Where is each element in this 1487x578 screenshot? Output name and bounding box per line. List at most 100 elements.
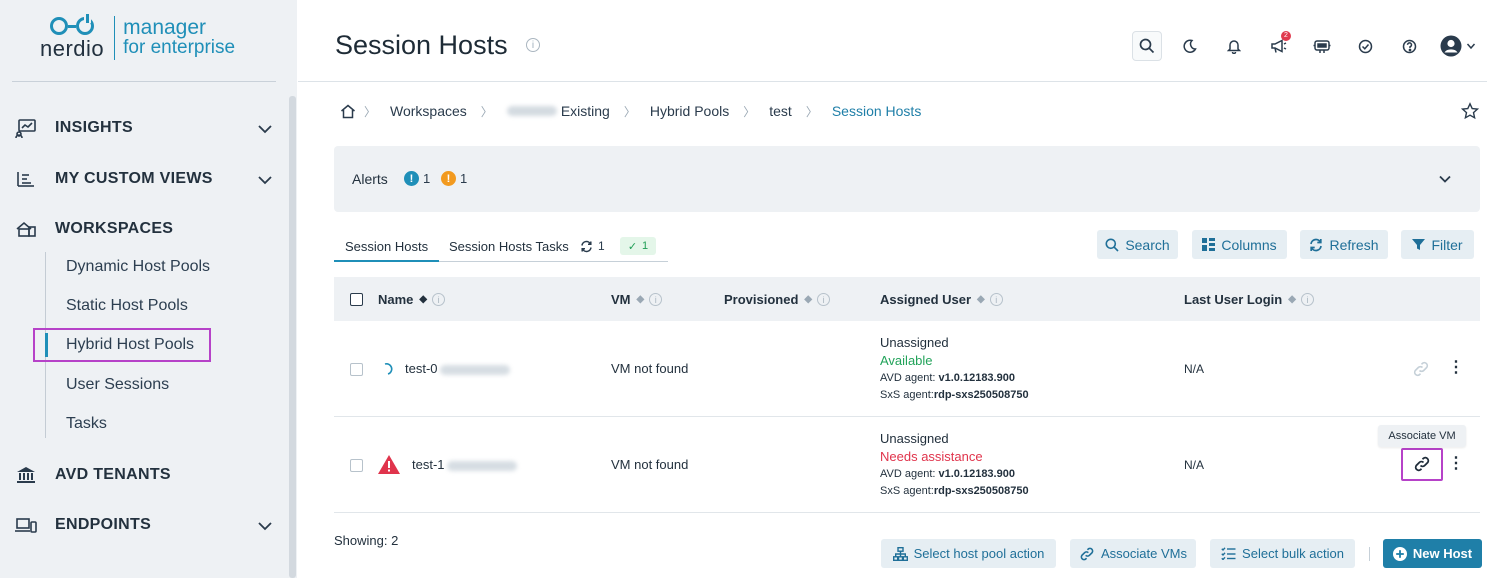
logo-word: nerdio <box>40 36 105 61</box>
info-icon[interactable]: i <box>526 38 540 52</box>
help-button[interactable] <box>1394 31 1424 61</box>
warning-alert-badge[interactable]: ! 1 <box>441 171 467 186</box>
host-name[interactable]: test-1 <box>412 457 517 472</box>
assigned-user: Unassigned <box>880 431 949 446</box>
active-item-highlight <box>33 328 211 362</box>
sxs-agent-value: rdp-sxs250508750 <box>933 485 1029 497</box>
chevron-down-icon <box>258 176 272 185</box>
loading-spinner-icon <box>384 362 393 375</box>
select-bulk-action-button[interactable]: Select bulk action <box>1210 539 1355 568</box>
chevron-down-icon[interactable] <box>1436 170 1454 188</box>
sxs-agent-version: SxS agent:rdp-sxs250508750 <box>880 483 1029 500</box>
warning-alert-icon: ! <box>441 171 456 186</box>
search-button[interactable]: Search <box>1097 230 1178 259</box>
nav-section-avd-tenants[interactable]: AVD TENANTS <box>0 455 297 495</box>
breadcrumb-pool[interactable]: test <box>769 103 792 119</box>
nav-section-workspaces[interactable]: WORKSPACES <box>0 209 297 249</box>
sidebar-item-dynamic-host-pools[interactable]: Dynamic Host Pools <box>66 255 210 279</box>
nerdio-logo[interactable]: nerdio manager for enterprise <box>40 12 235 64</box>
column-header-name[interactable]: Name ◆ i <box>378 292 446 307</box>
new-host-button[interactable]: New Host <box>1383 539 1482 568</box>
breadcrumb-separator: 〉 <box>480 104 493 119</box>
favorite-star-icon[interactable] <box>1461 102 1479 120</box>
search-icon <box>1105 238 1119 252</box>
nav-section-endpoints[interactable]: ENDPOINTS <box>0 505 297 545</box>
table-row[interactable]: test-1 VM not found Unassigned Needs ass… <box>334 417 1480 513</box>
nav-section-label: WORKSPACES <box>55 220 174 237</box>
row-checkbox[interactable] <box>350 459 363 472</box>
associate-vms-button[interactable]: Associate VMs <box>1070 539 1196 568</box>
nav-section-custom-views[interactable]: MY CUSTOM VIEWS <box>0 159 297 199</box>
tasks-status-button[interactable] <box>1350 31 1380 61</box>
tab-session-hosts-tasks[interactable]: Session Hosts Tasks <box>449 239 569 254</box>
breadcrumb-separator: 〉 <box>743 104 756 119</box>
hierarchy-icon <box>892 546 908 561</box>
warning-alert-count: 1 <box>460 171 468 186</box>
insights-icon <box>14 117 38 139</box>
info-icon: i <box>817 293 831 306</box>
filter-button[interactable]: Filter <box>1401 230 1474 259</box>
theme-toggle-button[interactable] <box>1175 31 1205 61</box>
nav-section-label: MY CUSTOM VIEWS <box>55 170 213 187</box>
host-status: Needs assistance <box>880 449 983 464</box>
user-menu-button[interactable] <box>1436 31 1480 61</box>
search-button[interactable] <box>1132 31 1162 61</box>
sidebar-item-user-sessions[interactable]: User Sessions <box>66 373 169 397</box>
host-status: Available <box>880 353 933 368</box>
breadcrumb-hybrid-pools[interactable]: Hybrid Pools <box>650 103 729 119</box>
completed-tasks-chip: ✓ 1 <box>620 237 656 255</box>
column-header-last-login[interactable]: Last User Login ◆ i <box>1184 292 1314 307</box>
columns-button-label: Columns <box>1221 236 1277 253</box>
row-more-icon[interactable]: ⋮ <box>1448 359 1464 377</box>
info-alert-badge[interactable]: ! 1 <box>404 171 430 186</box>
associate-vm-tooltip: Associate VM <box>1378 425 1466 447</box>
chat-bot-icon <box>1313 39 1331 53</box>
breadcrumb-current: Session Hosts <box>831 103 922 119</box>
column-header-vm[interactable]: VM ◆ i <box>611 292 663 307</box>
associate-vm-button-disabled[interactable] <box>1411 359 1431 379</box>
running-tasks-value: 1 <box>598 239 605 253</box>
host-name[interactable]: test-0 <box>405 361 510 376</box>
page-header: Session Hosts i 2 <box>298 0 1487 82</box>
column-header-last-login-label: Last User Login <box>1184 292 1283 307</box>
notifications-button[interactable] <box>1219 31 1249 61</box>
assigned-user: Unassigned <box>880 335 949 350</box>
running-tasks-count: 1 <box>580 239 605 253</box>
breadcrumb-separator: 〉 <box>364 104 377 119</box>
support-chat-button[interactable] <box>1307 31 1337 61</box>
table-row[interactable]: test-0 VM not found Unassigned Available… <box>334 321 1480 417</box>
active-tab-indicator <box>334 260 439 262</box>
chevron-down-icon <box>1466 43 1476 50</box>
warning-icon <box>378 455 400 474</box>
nav-section-insights[interactable]: INSIGHTS <box>0 108 297 148</box>
sidebar: nerdio manager for enterprise INSIGHTS M… <box>0 0 297 578</box>
tab-session-hosts[interactable]: Session Hosts <box>345 239 428 254</box>
breadcrumb-workspaces[interactable]: Workspaces <box>390 103 467 119</box>
nav-section-label: ENDPOINTS <box>55 516 152 533</box>
avd-agent-label: AVD agent: <box>880 468 939 480</box>
rows-count: Showing: 2 <box>334 533 399 548</box>
logo-line-1: manager <box>123 16 207 39</box>
breadcrumb-workspace[interactable]: Existing <box>506 103 610 119</box>
sxs-agent-label: SxS agent: <box>880 485 934 497</box>
info-icon: i <box>649 293 663 306</box>
announcements-button[interactable]: 2 <box>1263 31 1293 61</box>
breadcrumb: 〉 Workspaces 〉 Existing 〉 Hybrid Pools 〉… <box>340 100 927 122</box>
row-more-icon[interactable]: ⋮ <box>1448 455 1464 473</box>
home-icon[interactable] <box>340 104 356 119</box>
refresh-button-label: Refresh <box>1329 236 1379 253</box>
filter-button-label: Filter <box>1431 236 1463 253</box>
columns-button[interactable]: Columns <box>1192 230 1287 259</box>
refresh-button[interactable]: Refresh <box>1300 230 1388 259</box>
bank-icon <box>14 464 38 486</box>
column-header-assigned-user[interactable]: Assigned User ◆ i <box>880 292 1003 307</box>
sidebar-scrollbar[interactable] <box>289 96 296 578</box>
row-checkbox[interactable] <box>350 363 363 376</box>
sidebar-divider <box>12 81 276 82</box>
sidebar-item-tasks[interactable]: Tasks <box>66 412 107 436</box>
select-all-checkbox[interactable] <box>350 293 363 306</box>
column-header-provisioned[interactable]: Provisioned ◆ i <box>724 292 831 307</box>
select-host-pool-action-button[interactable]: Select host pool action <box>881 539 1056 568</box>
alerts-panel[interactable]: Alerts ! 1 ! 1 <box>334 146 1480 212</box>
sidebar-item-static-host-pools[interactable]: Static Host Pools <box>66 294 188 318</box>
